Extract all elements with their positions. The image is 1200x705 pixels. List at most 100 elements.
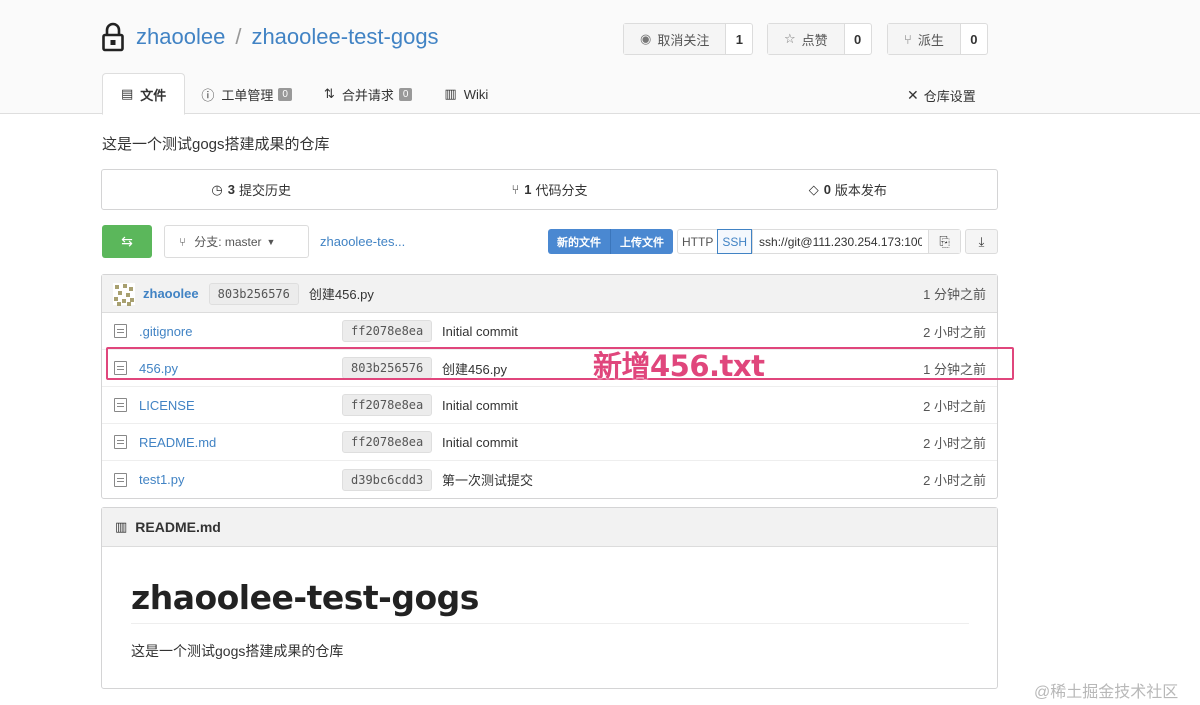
readme-body: 这是一个测试gogs搭建成果的仓库 xyxy=(131,643,344,659)
file-name-link[interactable]: LICENSE xyxy=(139,398,195,413)
repo-owner-link[interactable]: zhaoolee xyxy=(136,24,225,50)
clipboard-icon: ⎘ xyxy=(939,233,950,249)
commit-author-link[interactable]: zhaoolee xyxy=(143,286,199,301)
unwatch-button[interactable]: ◉ 取消关注 xyxy=(624,24,727,54)
avatar[interactable] xyxy=(113,282,135,306)
tag-icon: ◇ xyxy=(808,181,819,197)
file-commit-time: 2 小时之前 xyxy=(923,435,986,451)
tab-wiki[interactable]: ▥ Wiki xyxy=(428,73,504,115)
lock-icon xyxy=(102,22,126,52)
branch-icon: ⑂ xyxy=(179,234,187,249)
file-name-link[interactable]: .gitignore xyxy=(139,324,192,339)
branch-icon: ⑂ xyxy=(511,182,520,197)
branch-label: 分支: master xyxy=(194,235,262,249)
file-name-link[interactable]: test1.py xyxy=(139,472,185,487)
file-commit-message[interactable]: 第一次测试提交 xyxy=(442,470,533,489)
file-name-link[interactable]: README.md xyxy=(139,435,216,450)
readme-divider xyxy=(131,623,969,624)
new-file-button[interactable]: 新的文件 xyxy=(548,229,610,254)
annotation-highlight-box xyxy=(106,347,1014,380)
table-row: README.md ff2078e8ea Initial commit 2 小时… xyxy=(102,424,997,461)
file-commit-time: 2 小时之前 xyxy=(923,473,986,488)
history-icon: ◷ xyxy=(211,181,223,197)
fork-count[interactable]: 0 xyxy=(961,24,987,54)
tools-icon: ✕ xyxy=(907,87,919,103)
file-commit-sha[interactable]: ff2078e8ea xyxy=(342,431,433,453)
breadcrumb-repo-link[interactable]: zhaoolee-tes... xyxy=(320,234,405,249)
file-actions: 新的文件 上传文件 xyxy=(548,229,673,254)
watch-group: ◉ 取消关注 1 xyxy=(623,23,754,55)
file-commit-time: 2 小时之前 xyxy=(923,324,986,340)
http-button[interactable]: HTTP xyxy=(678,230,717,253)
file-commit-message[interactable]: Initial commit xyxy=(442,398,518,413)
tab-issues-label: 工单管理 xyxy=(221,87,274,103)
releases-count: 0 xyxy=(823,182,831,197)
tab-pulls[interactable]: ⇅ 合并请求 0 xyxy=(308,73,428,115)
tab-issues[interactable]: ⓘ 工单管理 0 xyxy=(185,73,308,115)
upload-file-button[interactable]: 上传文件 xyxy=(610,229,673,254)
readme-heading: zhaoolee-test-gogs xyxy=(131,578,479,617)
releases-stat[interactable]: ◇ 0 版本发布 xyxy=(699,170,997,209)
repo-separator: / xyxy=(235,24,242,49)
star-label: 点赞 xyxy=(801,32,828,48)
commit-time: 1 分钟之前 xyxy=(923,287,986,302)
watermark: @稀土掘金技术社区 xyxy=(1034,684,1179,701)
file-icon xyxy=(114,324,127,338)
repo-settings-link[interactable]: ✕ 仓库设置 xyxy=(907,86,976,105)
unwatch-label: 取消关注 xyxy=(657,32,710,48)
star-group: ☆ 点赞 0 xyxy=(767,23,872,55)
latest-commit-row: zhaoolee 803b256576 创建456.py 1 分钟之前 xyxy=(102,275,997,313)
repo-tabs: ▤ 文件 ⓘ 工单管理 0 ⇅ 合并请求 0 ▥ Wiki xyxy=(102,73,504,115)
book-icon: ▥ xyxy=(444,86,457,101)
file-commit-sha[interactable]: ff2078e8ea xyxy=(342,320,433,342)
branches-stat[interactable]: ⑂ 1 代码分支 xyxy=(400,170,698,209)
branch-selector[interactable]: ⑂ 分支: master ▼ xyxy=(164,225,309,258)
repo-header: zhaoolee / zhaoolee-test-gogs ◉ 取消关注 1 ☆ 点… xyxy=(0,0,1200,115)
pull-request-icon: ⇅ xyxy=(323,86,335,101)
download-button[interactable]: ⤓ xyxy=(965,229,998,254)
branches-label: 代码分支 xyxy=(535,183,588,198)
commits-label: 提交历史 xyxy=(238,183,291,198)
file-icon xyxy=(114,435,127,449)
table-row: .gitignore ff2078e8ea Initial commit 2 小… xyxy=(102,313,997,350)
file-commit-time: 2 小时之前 xyxy=(923,398,986,414)
commits-stat[interactable]: ◷ 3 提交历史 xyxy=(102,170,400,209)
readme-filename: README.md xyxy=(135,519,221,535)
readme-panel: ▥ README.md zhaoolee-test-gogs 这是一个测试gogs… xyxy=(101,507,998,689)
book-icon: ▥ xyxy=(115,519,128,534)
table-row: test1.py d39bc6cdd3 第一次测试提交 2 小时之前 xyxy=(102,461,997,498)
clone-box: HTTP SSH ⎘ xyxy=(677,229,962,254)
watch-count[interactable]: 1 xyxy=(726,24,752,54)
file-icon xyxy=(114,398,127,412)
compare-icon: ⇆ xyxy=(121,233,133,249)
commits-count: 3 xyxy=(227,182,235,197)
repo-description: 这是一个测试gogs搭建成果的仓库 xyxy=(102,136,330,153)
file-commit-message[interactable]: Initial commit xyxy=(442,435,518,450)
file-icon xyxy=(114,472,127,487)
commit-sha[interactable]: 803b256576 xyxy=(208,282,299,305)
ssh-button[interactable]: SSH xyxy=(717,229,753,254)
file-commit-sha[interactable]: d39bc6cdd3 xyxy=(342,468,433,491)
fork-button[interactable]: ⑂ 派生 xyxy=(888,24,961,54)
star-button[interactable]: ☆ 点赞 xyxy=(768,24,845,54)
annotation-text: 新增456.txt xyxy=(593,349,765,383)
repo-name-link[interactable]: zhaoolee-test-gogs xyxy=(251,24,438,50)
compare-button[interactable]: ⇆ xyxy=(102,225,152,258)
commit-message: 创建456.py xyxy=(308,287,374,302)
tab-files[interactable]: ▤ 文件 xyxy=(102,73,186,115)
caret-down-icon: ▼ xyxy=(266,236,276,247)
issues-count-badge: 0 xyxy=(278,87,292,101)
star-count[interactable]: 0 xyxy=(845,24,871,54)
file-commit-sha[interactable]: ff2078e8ea xyxy=(342,394,433,416)
clone-url-input[interactable] xyxy=(752,230,929,253)
repo-title: zhaoolee / zhaoolee-test-gogs xyxy=(102,22,439,52)
download-icon: ⤓ xyxy=(978,233,985,249)
readme-header: ▥ README.md xyxy=(102,508,997,547)
fork-icon: ⑂ xyxy=(904,31,912,47)
tab-wiki-label: Wiki xyxy=(463,86,489,102)
info-circle-icon: ⓘ xyxy=(201,87,215,103)
fork-label: 派生 xyxy=(917,32,944,48)
star-icon: ☆ xyxy=(784,31,796,46)
copy-url-button[interactable]: ⎘ xyxy=(928,230,961,253)
file-commit-message[interactable]: Initial commit xyxy=(442,324,518,339)
